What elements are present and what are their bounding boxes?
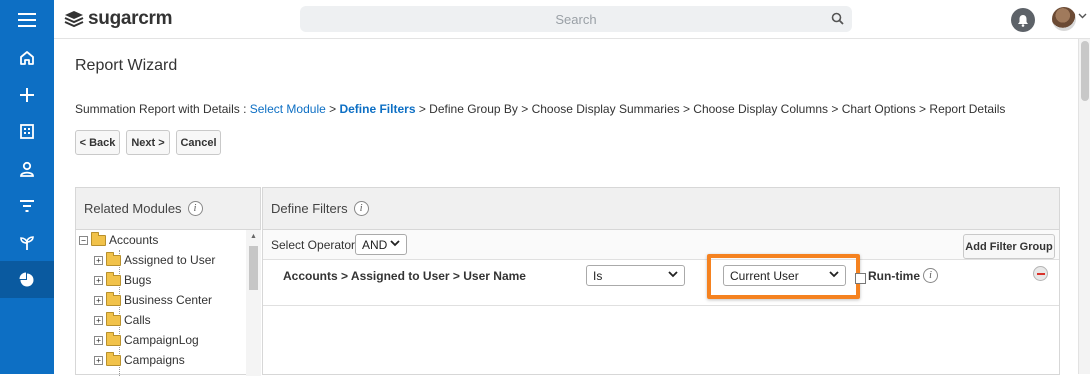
expand-icon[interactable]: + — [94, 275, 103, 285]
breadcrumb-select-module[interactable]: Select Module — [250, 102, 326, 116]
back-button[interactable]: < Back — [75, 130, 120, 155]
breadcrumb-prefix: Summation Report with Details : — [75, 102, 250, 116]
tree-item-assigned-to-user[interactable]: + Assigned to User — [94, 250, 215, 270]
sidebar-item-accounts[interactable] — [0, 113, 54, 150]
plant-icon — [20, 235, 34, 250]
tree-item-label: Business Center — [124, 293, 213, 307]
page-scrollbar[interactable] — [1078, 39, 1090, 374]
chevron-down-icon — [668, 271, 678, 278]
pie-chart-icon — [19, 272, 34, 286]
folder-icon — [106, 331, 121, 346]
tree-item-label: Accounts — [109, 233, 159, 247]
search-icon[interactable] — [831, 12, 844, 25]
select-operator-label: Select Operator: — [271, 238, 359, 252]
filter-value-select[interactable]: Current User — [723, 265, 846, 286]
menu-button[interactable] — [0, 0, 54, 39]
breadcrumb: Summation Report with Details : Select M… — [75, 102, 1005, 116]
cube-logo-icon — [64, 11, 84, 28]
tree-item-business-center[interactable]: + Business Center — [94, 290, 212, 310]
comparator-value: Is — [593, 268, 603, 283]
top-bar: sugarcrm Search — [0, 0, 1090, 39]
scroll-up-arrow-icon[interactable]: ▲ — [250, 233, 257, 240]
remove-filter-icon[interactable] — [1033, 266, 1048, 281]
folder-icon — [106, 351, 121, 366]
tree-item-label: Assigned to User — [124, 253, 216, 267]
user-avatar[interactable] — [1052, 7, 1076, 31]
breadcrumb-remaining-steps: > Define Group By > Choose Display Summa… — [415, 102, 1006, 116]
comparator-select[interactable]: Is — [586, 265, 685, 286]
sidebar — [0, 39, 54, 374]
building-icon — [20, 124, 34, 139]
plus-icon — [20, 87, 34, 102]
runtime-checkbox[interactable] — [855, 273, 866, 284]
info-icon[interactable]: i — [353, 201, 369, 216]
tree-item-label: Bugs — [124, 273, 152, 287]
expand-icon[interactable]: + — [94, 255, 103, 265]
breadcrumb-define-filters: Define Filters — [339, 102, 416, 116]
folder-icon — [106, 271, 121, 286]
collapse-icon[interactable]: − — [79, 235, 88, 245]
chevron-down-icon — [829, 271, 839, 278]
operator-select[interactable]: AND — [355, 234, 407, 255]
filter-icon — [20, 199, 34, 212]
define-filters-panel: Define Filters i Select Operator: AND Ad… — [262, 187, 1060, 375]
tree-item-campaignlog[interactable]: + CampaignLog — [94, 330, 199, 350]
tree-scrollbar[interactable]: ▲ — [246, 230, 261, 376]
operator-row: Select Operator: AND Add Filter Group — [263, 230, 1059, 260]
page-scroll-thumb[interactable] — [1081, 41, 1089, 101]
filter-field-path: Accounts > Assigned to User > User Name — [283, 269, 526, 283]
add-filter-group-button[interactable]: Add Filter Group — [963, 234, 1055, 259]
info-icon[interactable]: i — [923, 268, 938, 283]
folder-icon — [106, 291, 121, 306]
home-icon — [20, 50, 34, 65]
filter-value: Current User — [730, 268, 799, 283]
tree-item-calls[interactable]: + Calls — [94, 310, 151, 330]
related-modules-header: Related Modules i — [76, 188, 260, 230]
folder-icon — [106, 251, 121, 266]
related-modules-title: Related Modules — [84, 201, 182, 216]
operator-value: AND — [362, 237, 388, 252]
main-content: Report Wizard Summation Report with Deta… — [54, 39, 1078, 376]
tree-scroll-thumb[interactable] — [249, 246, 258, 290]
sidebar-item-home[interactable] — [0, 39, 54, 76]
logo-text: sugarcrm — [88, 8, 173, 29]
expand-icon[interactable]: + — [94, 315, 103, 325]
tree-item-accounts[interactable]: − Accounts — [79, 230, 158, 250]
tree-item-label: CampaignLog — [124, 333, 199, 347]
search-placeholder: Search — [555, 11, 597, 27]
tree-item-bugs[interactable]: + Bugs — [94, 270, 151, 290]
tree-item-campaigns[interactable]: + Campaigns — [94, 350, 185, 370]
expand-icon[interactable]: + — [94, 295, 103, 305]
page-title: Report Wizard — [75, 57, 178, 74]
module-tree: − Accounts + Assigned to User + Bugs + B… — [76, 230, 246, 376]
sidebar-item-create[interactable] — [0, 76, 54, 113]
tree-item-label: Campaigns — [124, 353, 185, 367]
next-button[interactable]: Next > — [126, 130, 170, 155]
chevron-down-icon — [390, 240, 400, 247]
info-icon[interactable]: i — [187, 201, 203, 216]
cancel-button[interactable]: Cancel — [176, 130, 221, 155]
sidebar-item-opportunities[interactable] — [0, 224, 54, 261]
person-icon — [20, 161, 34, 177]
expand-icon[interactable]: + — [94, 355, 103, 365]
breadcrumb-separator: > — [325, 102, 340, 116]
sidebar-item-reports[interactable] — [0, 261, 54, 298]
folder-open-icon — [91, 231, 106, 246]
search-bar[interactable]: Search — [300, 6, 852, 32]
runtime-label: Run-time — [868, 269, 920, 283]
filter-row: Accounts > Assigned to User > User Name … — [263, 254, 1059, 306]
define-filters-title: Define Filters — [271, 201, 348, 216]
tree-item-label: Calls — [124, 313, 151, 327]
bell-icon — [1018, 14, 1028, 27]
sugarcrm-logo[interactable]: sugarcrm — [64, 8, 173, 30]
folder-icon — [106, 311, 121, 326]
sidebar-item-leads[interactable] — [0, 187, 54, 224]
chevron-down-icon[interactable] — [1078, 13, 1087, 19]
define-filters-header: Define Filters i — [263, 188, 1059, 230]
related-modules-panel: Related Modules i − Accounts + Assigned … — [75, 187, 261, 376]
sidebar-item-contacts[interactable] — [0, 150, 54, 187]
expand-icon[interactable]: + — [94, 335, 103, 345]
notifications-button[interactable] — [1011, 8, 1035, 32]
hamburger-icon — [18, 12, 36, 27]
